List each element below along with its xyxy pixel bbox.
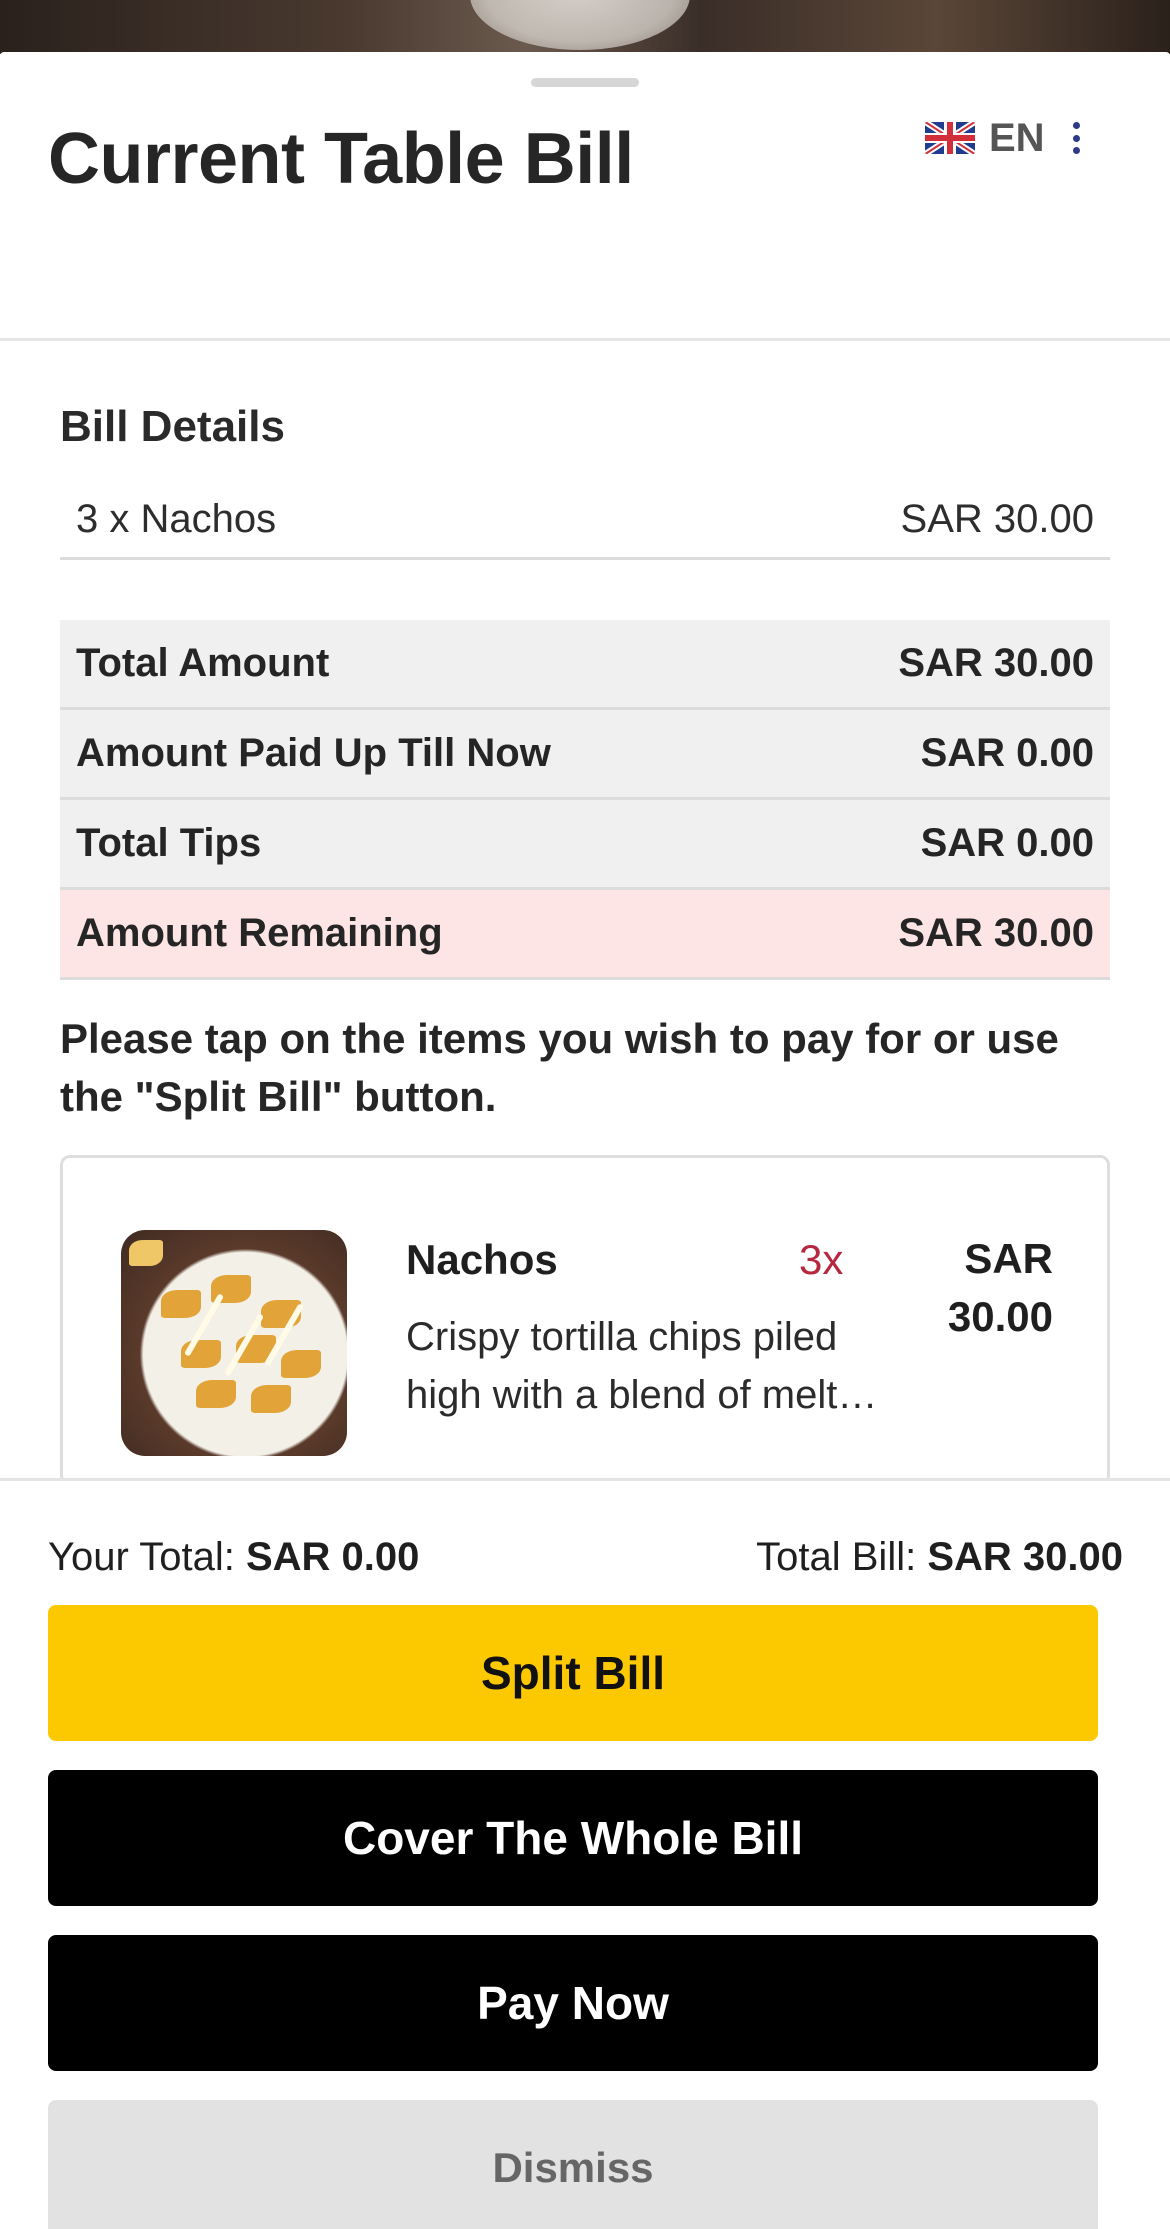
menu-item-card[interactable]: Nachos 3x SAR 30.00 Crispy tortilla chip… [60, 1155, 1110, 1485]
kebab-menu-icon[interactable] [1066, 118, 1086, 158]
background-food-image [0, 0, 1170, 54]
your-total-label: Your Total: [48, 1535, 235, 1579]
page-title: Current Table Bill [48, 119, 634, 199]
your-total-value: SAR 0.00 [245, 1535, 420, 1579]
total-bill-label: Total Bill: [756, 1535, 917, 1579]
summary-value: SAR 30.00 [898, 641, 1094, 685]
bill-line-amount: SAR 30.00 [900, 497, 1094, 541]
item-description: Crispy tortilla chips piled high with a … [406, 1315, 882, 1417]
summary-value: SAR 0.00 [920, 821, 1094, 865]
uk-flag-icon [925, 122, 975, 154]
summary-row-total: Total Amount SAR 30.00 [60, 620, 1110, 710]
cover-whole-bill-button[interactable]: Cover The Whole Bill [48, 1770, 1098, 1906]
bill-line-description: 3 x Nachos [76, 497, 277, 541]
pay-now-button[interactable]: Pay Now [48, 1935, 1098, 2071]
summary-label: Amount Paid Up Till Now [76, 731, 551, 775]
bill-bottom-sheet: Current Table Bill EN Bill Details 3 x N… [0, 52, 1170, 2229]
summary-row-tips: Total Tips SAR 0.00 [60, 800, 1110, 890]
split-bill-button[interactable]: Split Bill [48, 1605, 1098, 1741]
summary-label: Total Tips [76, 821, 262, 865]
drag-handle[interactable] [531, 78, 639, 87]
summary-value: SAR 30.00 [898, 911, 1094, 955]
totals-bar: Your Total: SAR 0.00 Total Bill: SAR 30.… [48, 1535, 1123, 1580]
bill-summary-table: Total Amount SAR 30.00 Amount Paid Up Ti… [60, 620, 1110, 980]
item-price: SAR 30.00 [947, 1235, 1053, 1340]
summary-row-remaining: Amount Remaining SAR 30.00 [60, 890, 1110, 980]
summary-value: SAR 0.00 [920, 731, 1094, 775]
bill-footer: Your Total: SAR 0.00 Total Bill: SAR 30.… [0, 1478, 1170, 2229]
item-quantity: 3x [799, 1236, 844, 1283]
instructions-text: Please tap on the items you wish to pay … [60, 1015, 1059, 1120]
item-name: Nachos [406, 1236, 558, 1283]
language-code: EN [989, 115, 1045, 160]
summary-row-paid: Amount Paid Up Till Now SAR 0.00 [60, 710, 1110, 800]
summary-label: Total Amount [76, 641, 330, 685]
background-plate [470, 0, 690, 50]
summary-label: Amount Remaining [76, 911, 443, 955]
your-total: Your Total: SAR 0.00 [48, 1535, 419, 1580]
bill-details-heading: Bill Details [60, 402, 285, 451]
header-divider [0, 338, 1170, 341]
bill-line-item: 3 x Nachos SAR 30.00 [60, 482, 1110, 560]
total-bill-value: SAR 30.00 [927, 1535, 1123, 1579]
dismiss-button[interactable]: Dismiss [48, 2100, 1098, 2229]
total-bill: Total Bill: SAR 30.00 [756, 1535, 1123, 1580]
nachos-image [121, 1230, 347, 1456]
language-selector[interactable]: EN [925, 108, 1045, 168]
